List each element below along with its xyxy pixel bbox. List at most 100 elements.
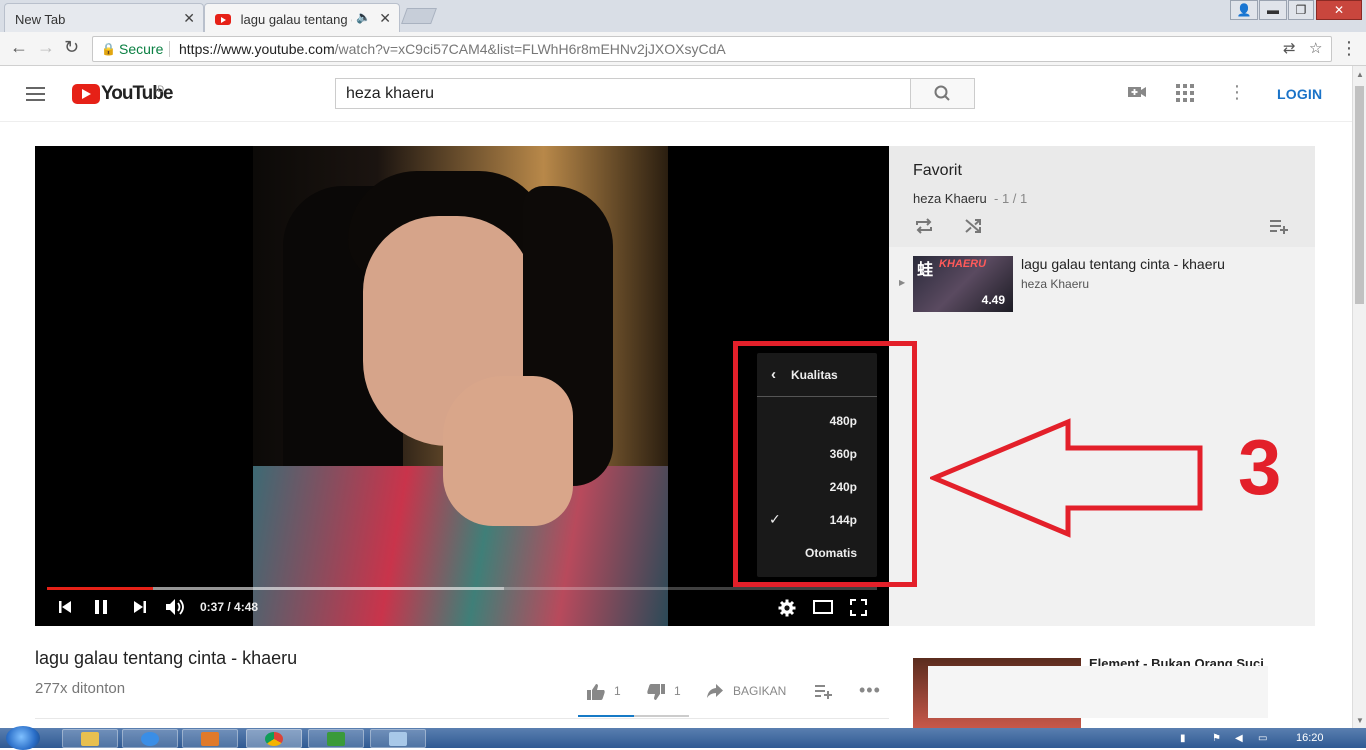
playlist-title[interactable]: Favorit — [913, 162, 962, 180]
tab-close-icon[interactable]: ✕ — [183, 10, 195, 27]
url-bar[interactable]: 🔒 Secure https://www.youtube.com/watch?v… — [92, 36, 1332, 62]
previous-icon[interactable] — [57, 599, 73, 620]
forward-arrow-icon[interactable]: → — [37, 37, 55, 58]
search-icon — [934, 85, 950, 101]
tab-new-tab[interactable]: New Tab ✕ — [4, 3, 204, 32]
address-toolbar: ← → ↻ 🔒 Secure https://www.youtube.com/w… — [0, 32, 1366, 66]
like-ratio-fill — [578, 715, 634, 717]
playlist-item-thumbnail[interactable]: 蛙 KHAERU 4.49 — [913, 256, 1013, 312]
playlist-item-title[interactable]: lagu galau tentang cinta - khaeru — [1021, 256, 1225, 272]
like-ratio-bar — [578, 715, 689, 717]
annotation-highlight-box — [733, 341, 917, 587]
taskbar-explorer[interactable] — [62, 729, 118, 748]
reload-icon[interactable]: ↻ — [64, 37, 79, 58]
chrome-icon — [265, 732, 283, 746]
youtube-logo-icon[interactable] — [72, 84, 100, 104]
window-minimize-button[interactable]: ▬ — [1259, 0, 1287, 20]
folder-icon — [81, 732, 99, 746]
tray-volume-icon[interactable]: ◀ — [1235, 733, 1243, 744]
login-button[interactable]: LOGIN — [1277, 86, 1322, 102]
share-icon[interactable] — [706, 683, 724, 702]
new-tab-button[interactable] — [401, 8, 437, 24]
view-count: 277x ditonton — [35, 680, 126, 697]
more-options-icon[interactable]: ⋮ — [1228, 82, 1246, 103]
share-button[interactable]: BAGIKAN — [733, 684, 786, 698]
translate-icon[interactable]: ⇄ — [1283, 37, 1296, 61]
taskbar-app[interactable] — [308, 729, 364, 748]
loading-overlay — [928, 666, 1268, 718]
tab-label: lagu galau tentang ci — [240, 12, 361, 27]
window-close-button[interactable]: ✕ — [1316, 0, 1362, 20]
youtube-favicon-icon — [215, 14, 231, 25]
add-to-playlist-icon[interactable] — [1269, 218, 1289, 239]
like-button[interactable] — [586, 683, 606, 704]
windows-taskbar: ▮ ⚑ ◀ ▭ 16:20 — [0, 726, 1366, 750]
like-count: 1 — [614, 684, 621, 698]
menu-hamburger-icon[interactable] — [26, 87, 45, 101]
add-to-icon[interactable] — [814, 683, 832, 702]
secure-label: Secure — [119, 41, 164, 57]
window-restore-button[interactable]: ❐ — [1288, 0, 1314, 20]
playlist-count: - 1 / 1 — [994, 191, 1028, 206]
tray-flag-icon[interactable]: ⚑ — [1212, 733, 1221, 744]
volume-icon[interactable] — [165, 598, 187, 621]
thumbs-down-icon — [647, 684, 665, 700]
more-actions-icon[interactable]: ••• — [859, 680, 881, 701]
playlist-header: Favorit heza Khaeru - 1 / 1 — [889, 146, 1315, 247]
page-scrollbar[interactable]: ▲ ▼ — [1352, 66, 1366, 728]
shuffle-icon[interactable] — [964, 218, 982, 239]
theater-mode-icon[interactable] — [813, 600, 833, 619]
thumbnail-text: KHAERU — [939, 258, 987, 270]
url-text: https://www.youtube.com/watch?v=xC9ci57C… — [179, 41, 726, 57]
video-frame — [253, 146, 668, 626]
taskbar-tool[interactable] — [370, 729, 426, 748]
back-arrow-icon[interactable]: ← — [10, 37, 28, 58]
playlist-item-owner[interactable]: heza Khaeru — [1021, 277, 1089, 291]
upload-video-icon[interactable] — [1127, 84, 1147, 105]
thumbs-up-icon — [587, 684, 605, 700]
tool-icon — [389, 732, 407, 746]
taskbar-clock: 16:20 — [1296, 732, 1324, 744]
internet-explorer-icon — [141, 732, 159, 746]
annotation-number: 3 — [1238, 423, 1282, 511]
lock-icon: 🔒 — [101, 42, 116, 56]
browser-tab-bar: New Tab ✕ lagu galau tentang ci 🔈 ✕ 👤 ▬ … — [0, 0, 1366, 32]
video-title: lagu galau tentang cinta - khaeru — [35, 648, 298, 668]
tray-network-icon[interactable]: ▮ — [1180, 733, 1186, 744]
taskbar-chrome[interactable] — [246, 729, 302, 748]
start-button[interactable] — [6, 726, 40, 750]
media-player-icon — [201, 732, 219, 746]
playlist-panel: Favorit heza Khaeru - 1 / 1 ▶ 蛙 KHAERU 4… — [889, 146, 1315, 626]
settings-gear-icon[interactable] — [778, 599, 796, 622]
fullscreen-icon[interactable] — [850, 599, 867, 621]
taskbar-media-player[interactable] — [182, 729, 238, 748]
time-display: 0:37 / 4:48 — [200, 600, 259, 614]
search-button[interactable] — [910, 78, 975, 109]
playlist-owner[interactable]: heza Khaeru — [913, 191, 987, 206]
dislike-button[interactable] — [646, 683, 666, 704]
browser-menu-icon[interactable]: ⋮ — [1340, 38, 1358, 59]
tab-close-icon[interactable]: ✕ — [379, 10, 391, 27]
youtube-masthead: YouTube ID heza khaeru ⋮ LOGIN — [0, 66, 1352, 122]
tab-youtube[interactable]: lagu galau tentang ci 🔈 ✕ — [204, 3, 400, 32]
apps-grid-icon[interactable] — [1176, 84, 1194, 107]
next-icon[interactable] — [132, 599, 148, 620]
scroll-down-icon[interactable]: ▼ — [1356, 716, 1364, 725]
scroll-up-icon[interactable]: ▲ — [1356, 70, 1364, 79]
now-playing-indicator-icon: ▶ — [899, 278, 906, 287]
progress-played — [47, 587, 153, 590]
region-code: ID — [155, 84, 164, 94]
thumbnail-glyph: 蛙 — [917, 262, 934, 279]
app-icon — [327, 732, 345, 746]
bookmark-star-icon[interactable]: ☆ — [1309, 37, 1322, 61]
search-input[interactable]: heza khaeru — [335, 78, 911, 109]
video-duration: 4.49 — [981, 293, 1005, 307]
tray-battery-icon[interactable]: ▭ — [1258, 733, 1267, 744]
url-separator — [169, 41, 170, 57]
window-user-button[interactable]: 👤 — [1230, 0, 1258, 20]
taskbar-ie[interactable] — [122, 729, 178, 748]
scrollbar-thumb[interactable] — [1355, 86, 1364, 304]
loop-icon[interactable] — [915, 218, 933, 239]
pause-icon[interactable] — [93, 599, 109, 620]
audio-playing-icon[interactable]: 🔈 — [352, 10, 371, 24]
